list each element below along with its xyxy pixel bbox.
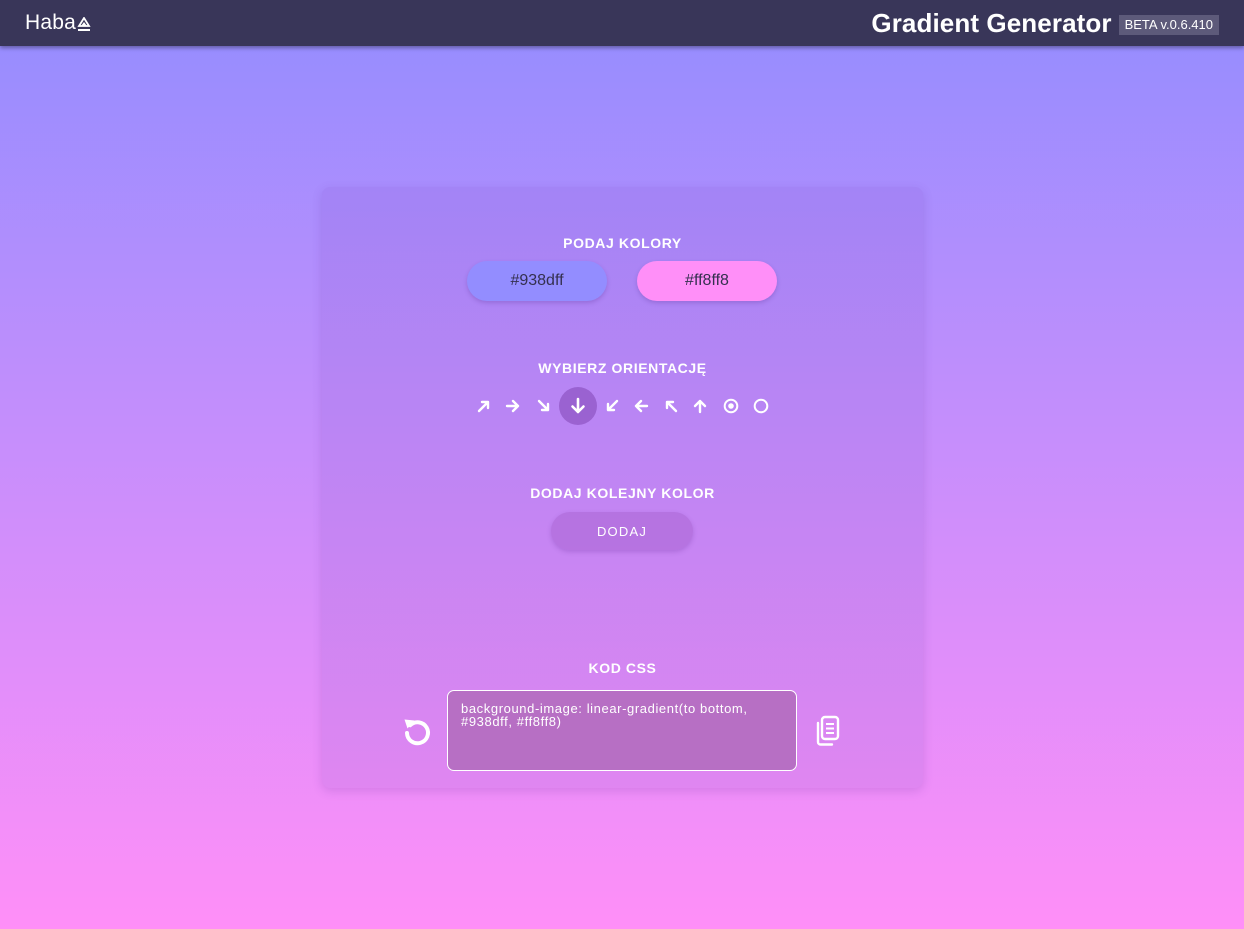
copy-icon [816, 715, 840, 746]
arrow-right-icon [505, 399, 520, 413]
orientation-options [322, 387, 923, 425]
app-title: Gradient Generator [871, 7, 1112, 38]
color-input-1[interactable]: #938dff [467, 261, 607, 301]
reset-icon [404, 719, 430, 746]
orientation-section-title: WYBIERZ ORIENTACJĘ [538, 360, 707, 376]
arrow-down-left-icon [606, 399, 619, 412]
arrow-up-right-icon [477, 400, 490, 413]
colors-section-title: PODAJ KOLORY [563, 235, 682, 251]
reset-button[interactable] [400, 714, 434, 748]
circle-icon [753, 398, 769, 414]
color-input-1-value: #938dff [510, 272, 564, 289]
logo-mark-icon [77, 16, 91, 31]
css-code-section-title: KOD CSS [588, 660, 657, 676]
orientation-radial[interactable] [742, 387, 780, 425]
radial-center-icon [723, 398, 739, 414]
arrow-left-icon [634, 399, 649, 413]
add-color-button[interactable]: DODAJ [551, 512, 693, 550]
add-color-section-title: DODAJ KOLEJNY KOLOR [530, 485, 715, 501]
arrow-up-icon [693, 399, 707, 414]
arrow-down-right-icon [537, 399, 550, 412]
generator-card: PODAJ KOLORY #938dff #ff8ff8 WYBIERZ ORI… [322, 187, 923, 788]
orientation-to-bottom-right[interactable] [525, 387, 563, 425]
css-code-output[interactable]: background-image: linear-gradient(to bot… [447, 690, 797, 771]
title-group: Gradient Generator BETA v.0.6.410 [871, 8, 1219, 39]
orientation-to-bottom[interactable] [559, 387, 597, 425]
copy-button[interactable] [812, 714, 842, 748]
logo-text: Haba [25, 11, 77, 34]
top-bar: Haba Gradient Generator BETA v.0.6.410 [0, 0, 1244, 46]
color-input-2-value: #ff8ff8 [685, 272, 729, 289]
logo[interactable]: Haba [25, 11, 91, 35]
color-input-2[interactable]: #ff8ff8 [637, 261, 777, 301]
arrow-down-icon [571, 397, 585, 414]
version-badge: BETA v.0.6.410 [1118, 15, 1219, 35]
arrow-up-left-icon [665, 400, 678, 413]
